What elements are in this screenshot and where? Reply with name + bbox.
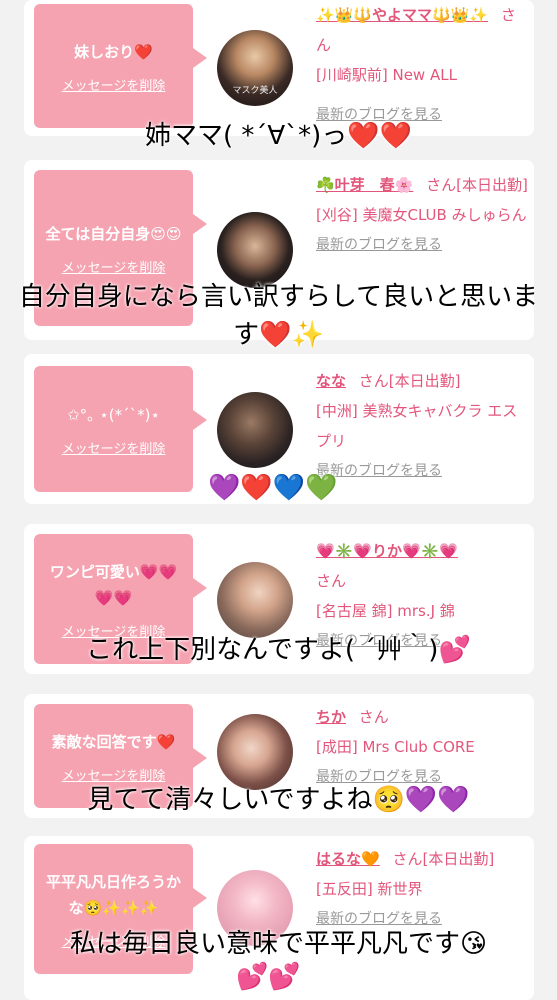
overlay-text: これ上下別なんですよ( ´艸｀) — [86, 635, 439, 665]
delete-message-link[interactable]: メッセージを削除 — [62, 75, 166, 94]
overlay-text: 私は毎日良い意味で平平凡凡です — [69, 929, 460, 959]
kiss-emoji: 😘 — [459, 929, 488, 959]
shop-label: [五反田] 新世界 — [316, 880, 423, 898]
name-suffix: さん — [358, 708, 389, 726]
overlay-caption: 💜❤️💙💚 — [0, 470, 557, 506]
avatar[interactable] — [217, 212, 293, 288]
shop-label: [中洲] 美熟女キャバクラ エスプリ — [316, 402, 518, 450]
profile-name-link[interactable]: ちか — [316, 708, 346, 726]
message-text: 全ては自分自身😍😍 — [45, 224, 182, 243]
profile-name-link[interactable]: ☘️叶芽 春🌸 — [316, 176, 413, 194]
message-text: 平平凡凡日作ろうかな🥺✨✨✨ — [45, 872, 181, 917]
message-bubble: 妹しおり❤️ メッセージを削除 — [34, 4, 207, 128]
heart-emoji: ❤️❤️ — [347, 121, 413, 151]
heart-emoji: ❤️✨ — [259, 320, 324, 350]
profile-info: なな さん[本日出勤] [中洲] 美熟女キャバクラ エスプリ 最新のブログを見る — [316, 366, 528, 486]
overlay-caption: 自分自身になら言い訳すらして良いと思います❤️✨ — [0, 278, 557, 354]
profile-name-link[interactable]: はるな🧡 — [316, 850, 380, 868]
name-suffix: さん[本日出勤] — [392, 850, 495, 868]
overlay-text: 姉ママ( *´∀`*)っ — [144, 121, 348, 151]
message-card: 妹しおり❤️ メッセージを削除 マスク美人 ✨👑🔱やよママ🔱👑✨ さん [川崎駅… — [24, 0, 534, 136]
profile-info: ちか さん [成田] Mrs Club CORE 最新のブログを見る — [316, 702, 528, 792]
message-text: 素敵な回答です❤️ — [51, 732, 176, 751]
shop-label: [川崎駅前] New ALL — [316, 66, 457, 84]
delete-message-link[interactable]: メッセージを削除 — [62, 765, 166, 784]
name-suffix: さん[本日出勤] — [426, 176, 528, 194]
profile-name-link[interactable]: なな — [316, 372, 346, 390]
name-suffix: さん — [316, 572, 347, 590]
message-text: 妹しおり❤️ — [74, 42, 153, 61]
delete-message-link[interactable]: メッセージを削除 — [62, 438, 166, 457]
overlay-caption: 姉ママ( *´∀`*)っ❤️❤️ — [0, 118, 557, 154]
avatar[interactable] — [217, 562, 293, 638]
profile-info: ✨👑🔱やよママ🔱👑✨ さん [川崎駅前] New ALL 最新のブログを見る — [316, 0, 528, 130]
message-text: ワンピ可愛い💗💗💗💗 — [49, 562, 178, 607]
emoji: 🥺💜💜 — [372, 785, 470, 815]
avatar-caption: マスク美人 — [232, 86, 278, 96]
overlay-caption: 私は毎日良い意味で平平凡凡です😘 — [0, 926, 557, 962]
message-text: ✩°｡ ⋆(*ˊˋ*)⋆ — [67, 405, 160, 424]
overlay-caption: 見てて清々しいですよね🥺💜💜 — [0, 782, 557, 818]
profile-info: はるな🧡 さん[本日出勤] [五反田] 新世界 最新のブログを見る — [316, 844, 528, 934]
hearts-decoration: 💕💕 — [236, 962, 301, 992]
avatar[interactable]: マスク美人 — [217, 30, 293, 106]
shop-label: [成田] Mrs Club CORE — [316, 738, 475, 756]
shop-label: [刈谷] 美魔女CLUB みしゅらん — [316, 206, 527, 224]
avatar[interactable] — [217, 714, 293, 790]
profile-info: ☘️叶芽 春🌸 さん[本日出勤] [刈谷] 美魔女CLUB みしゅらん 最新のブ… — [316, 170, 528, 260]
profile-name-link[interactable]: 💗✳️💗りか💗✳️💗 — [316, 542, 458, 560]
overlay-text: 見てて清々しいですよね — [87, 785, 373, 815]
hearts-emoji: 💕 — [438, 635, 471, 665]
name-suffix: さん[本日出勤] — [358, 372, 461, 390]
profile-name-link[interactable]: ✨👑🔱やよママ🔱👑✨ — [316, 6, 488, 24]
delete-message-link[interactable]: メッセージを削除 — [62, 257, 166, 276]
shop-label: [名古屋 錦] mrs.J 錦 — [316, 602, 455, 620]
overlay-caption: これ上下別なんですよ( ´艸｀)💕 — [0, 632, 557, 668]
avatar[interactable] — [217, 392, 293, 468]
hearts-emoji: 💜❤️💙💚 — [208, 473, 338, 503]
latest-blog-link[interactable]: 最新のブログを見る — [316, 230, 528, 260]
